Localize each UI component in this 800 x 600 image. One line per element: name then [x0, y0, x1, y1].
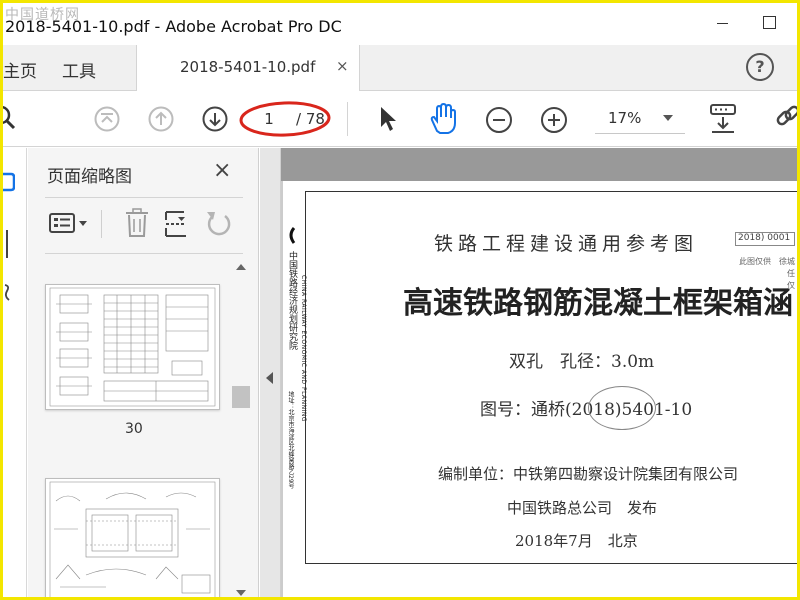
- scroll-down-icon[interactable]: [236, 590, 246, 596]
- panel-toggle[interactable]: [260, 148, 281, 597]
- divider: [101, 210, 102, 238]
- options-menu-icon[interactable]: [49, 208, 91, 238]
- stamp-note-line: 仅: [739, 281, 795, 290]
- tab-document-label: 2018-5401-10.pdf: [180, 58, 316, 76]
- compiler-unit: 编制单位：中铁第四勘察设计院集团有限公司: [438, 465, 739, 483]
- next-page-icon[interactable]: [202, 106, 228, 132]
- close-icon[interactable]: ×: [213, 158, 231, 183]
- stamp-note: 此图仅供 徐城 任 仅: [739, 256, 797, 306]
- divider: [45, 253, 243, 254]
- search-icon[interactable]: [0, 106, 19, 132]
- red-circle-annotation: [239, 101, 331, 137]
- thumbnails-scrollbar[interactable]: [232, 260, 250, 597]
- side-organization-english: CHINA RAILWAY ECONOMIC AND PLANNING: [300, 275, 307, 423]
- hand-tool-icon[interactable]: [428, 103, 460, 135]
- publish-date: 2018年7月 北京: [515, 532, 638, 550]
- tab-document[interactable]: 2018-5401-10.pdf ×: [136, 45, 360, 91]
- document-subtitle: 双孔 孔径：3.0m: [509, 352, 655, 372]
- side-address: 地址：北京市海淀区北蜂窝路乙29号: [287, 391, 294, 489]
- document-viewer[interactable]: 中国铁路经济规划研究院 CHINA RAILWAY ECONOMIC AND P…: [260, 148, 797, 597]
- official-seal: [588, 386, 656, 430]
- tab-tools[interactable]: 工具: [62, 57, 96, 82]
- select-arrow-icon[interactable]: [377, 105, 399, 133]
- first-page-icon[interactable]: [94, 106, 120, 132]
- scroll-up-icon[interactable]: [236, 264, 246, 270]
- toolbar-separator: [347, 102, 348, 136]
- rotate-icon[interactable]: [204, 208, 234, 238]
- side-organization: 中国铁路经济规划研究院: [287, 251, 297, 350]
- previous-page-edge: [281, 148, 797, 181]
- bookmark-icon[interactable]: [6, 230, 8, 258]
- previous-page-icon[interactable]: [148, 106, 174, 132]
- chevron-left-icon[interactable]: [266, 372, 273, 384]
- toolbar: / 78 17%: [3, 92, 797, 147]
- help-icon[interactable]: ?: [746, 53, 774, 81]
- window-title: 2018-5401-10.pdf - Adobe Acrobat Pro DC: [5, 17, 342, 36]
- app-window: 中国道桥网 2018-5401-10.pdf - Adobe Acrobat P…: [0, 0, 800, 600]
- thumbnail-drawing: [49, 481, 216, 597]
- scroll-mode-icon[interactable]: [708, 103, 738, 135]
- logo-mark: [289, 227, 296, 244]
- tab-close-icon[interactable]: ×: [336, 57, 349, 75]
- scrollbar-thumb[interactable]: [232, 386, 250, 408]
- link-icon[interactable]: [775, 105, 799, 133]
- page-thumbnail-30[interactable]: [45, 284, 220, 410]
- title-bar: 中国道桥网 2018-5401-10.pdf - Adobe Acrobat P…: [3, 3, 797, 45]
- zoom-out-icon[interactable]: [485, 106, 513, 134]
- stamp-note-line: 任: [739, 269, 795, 278]
- document-main-title: 高速铁路钢筋混凝土框架箱涵: [403, 286, 793, 321]
- tab-bar: 主页 工具 2018-5401-10.pdf × ?: [3, 45, 797, 91]
- tab-home[interactable]: 主页: [3, 57, 37, 82]
- divider: [45, 197, 243, 198]
- thumbnails-panel: 页面缩略图 × 30: [28, 148, 259, 597]
- attachment-icon[interactable]: [3, 282, 13, 304]
- minimize-button[interactable]: [708, 11, 738, 33]
- publisher: 中国铁路总公司 发布: [507, 499, 658, 517]
- maximize-button[interactable]: [755, 11, 785, 33]
- stamp-note-line: 此图仅供 徐城: [739, 257, 795, 266]
- page-thumbnail-31[interactable]: [45, 478, 220, 597]
- thumbnail-drawing: [49, 287, 216, 407]
- thumbnail-page-label: 30: [125, 421, 143, 437]
- zoom-dropdown[interactable]: 17%: [595, 102, 685, 134]
- page-thumbnails-icon[interactable]: [3, 172, 15, 192]
- navigation-strip: [3, 148, 27, 597]
- zoom-value: 17%: [608, 109, 642, 127]
- panel-title: 页面缩略图: [47, 167, 132, 187]
- document-page: 中国铁路经济规划研究院 CHINA RAILWAY ECONOMIC AND P…: [283, 181, 797, 597]
- delete-icon[interactable]: [124, 208, 150, 238]
- drawing-number: 图号：通桥(2018)5401-10: [480, 400, 693, 420]
- document-heading: 铁路工程建设通用参考图: [434, 233, 699, 255]
- insert-page-icon[interactable]: [164, 208, 190, 238]
- zoom-in-icon[interactable]: [540, 106, 568, 134]
- chevron-down-icon: [663, 115, 673, 121]
- stamp-number: 2018) 0001: [735, 232, 795, 246]
